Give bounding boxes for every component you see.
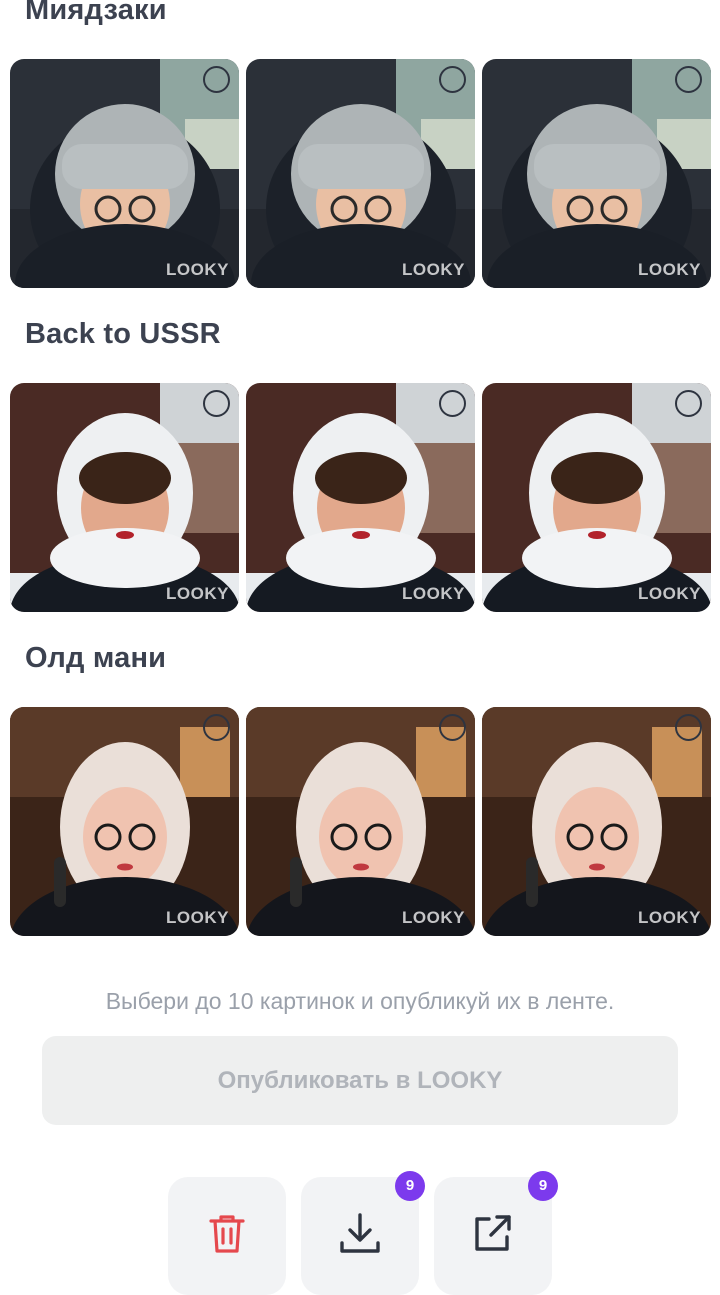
portrait-image	[482, 59, 711, 288]
section-title-back-to-ussr: Back to USSR	[25, 318, 221, 350]
download-count-badge: 9	[395, 1171, 425, 1201]
watermark: LOOKY	[166, 908, 229, 927]
trash-icon	[209, 1215, 245, 1253]
delete-button[interactable]	[168, 1177, 286, 1295]
portrait-image	[246, 707, 475, 936]
image-grid-old-money: LOOKY LOOKY LOOKY	[10, 707, 711, 936]
select-circle-icon[interactable]	[675, 66, 702, 93]
image-grid-back-to-ussr: LOOKY LOOKY LOOKY	[10, 383, 711, 612]
image-tile[interactable]: LOOKY	[246, 383, 475, 612]
select-circle-icon[interactable]	[439, 714, 466, 741]
portrait-image	[10, 59, 239, 288]
download-icon	[340, 1213, 380, 1253]
select-circle-icon[interactable]	[675, 390, 702, 417]
section-title-miyazaki: Миядзаки	[25, 0, 167, 26]
image-tile[interactable]: LOOKY	[482, 59, 711, 288]
image-tile[interactable]: LOOKY	[246, 707, 475, 936]
select-circle-icon[interactable]	[203, 714, 230, 741]
share-icon	[475, 1215, 511, 1251]
portrait-image	[10, 383, 239, 612]
selection-hint: Выбери до 10 картинок и опубликуй их в л…	[105, 988, 615, 1014]
select-circle-icon[interactable]	[675, 714, 702, 741]
portrait-image	[10, 707, 239, 936]
image-tile[interactable]: LOOKY	[10, 383, 239, 612]
portrait-image	[246, 383, 475, 612]
image-tile[interactable]: LOOKY	[482, 707, 711, 936]
watermark: LOOKY	[402, 584, 465, 603]
watermark: LOOKY	[638, 584, 701, 603]
select-circle-icon[interactable]	[203, 390, 230, 417]
watermark: LOOKY	[166, 584, 229, 603]
portrait-image	[482, 383, 711, 612]
publish-button[interactable]: Опубликовать в LOOKY	[42, 1036, 678, 1125]
watermark: LOOKY	[638, 908, 701, 927]
watermark: LOOKY	[166, 260, 229, 279]
download-button[interactable]: 9	[301, 1171, 425, 1295]
share-count-badge: 9	[528, 1171, 558, 1201]
watermark: LOOKY	[638, 260, 701, 279]
image-tile[interactable]: LOOKY	[246, 59, 475, 288]
share-button[interactable]: 9	[434, 1171, 558, 1295]
select-circle-icon[interactable]	[439, 66, 466, 93]
image-tile[interactable]: LOOKY	[482, 383, 711, 612]
watermark: LOOKY	[402, 260, 465, 279]
image-tile[interactable]: LOOKY	[10, 59, 239, 288]
portrait-image	[246, 59, 475, 288]
select-circle-icon[interactable]	[439, 390, 466, 417]
portrait-image	[482, 707, 711, 936]
image-tile[interactable]: LOOKY	[10, 707, 239, 936]
section-title-old-money: Олд мани	[25, 642, 167, 674]
select-circle-icon[interactable]	[203, 66, 230, 93]
watermark: LOOKY	[402, 908, 465, 927]
image-grid-miyazaki: LOOKY LOOKY LOOKY	[10, 59, 711, 288]
